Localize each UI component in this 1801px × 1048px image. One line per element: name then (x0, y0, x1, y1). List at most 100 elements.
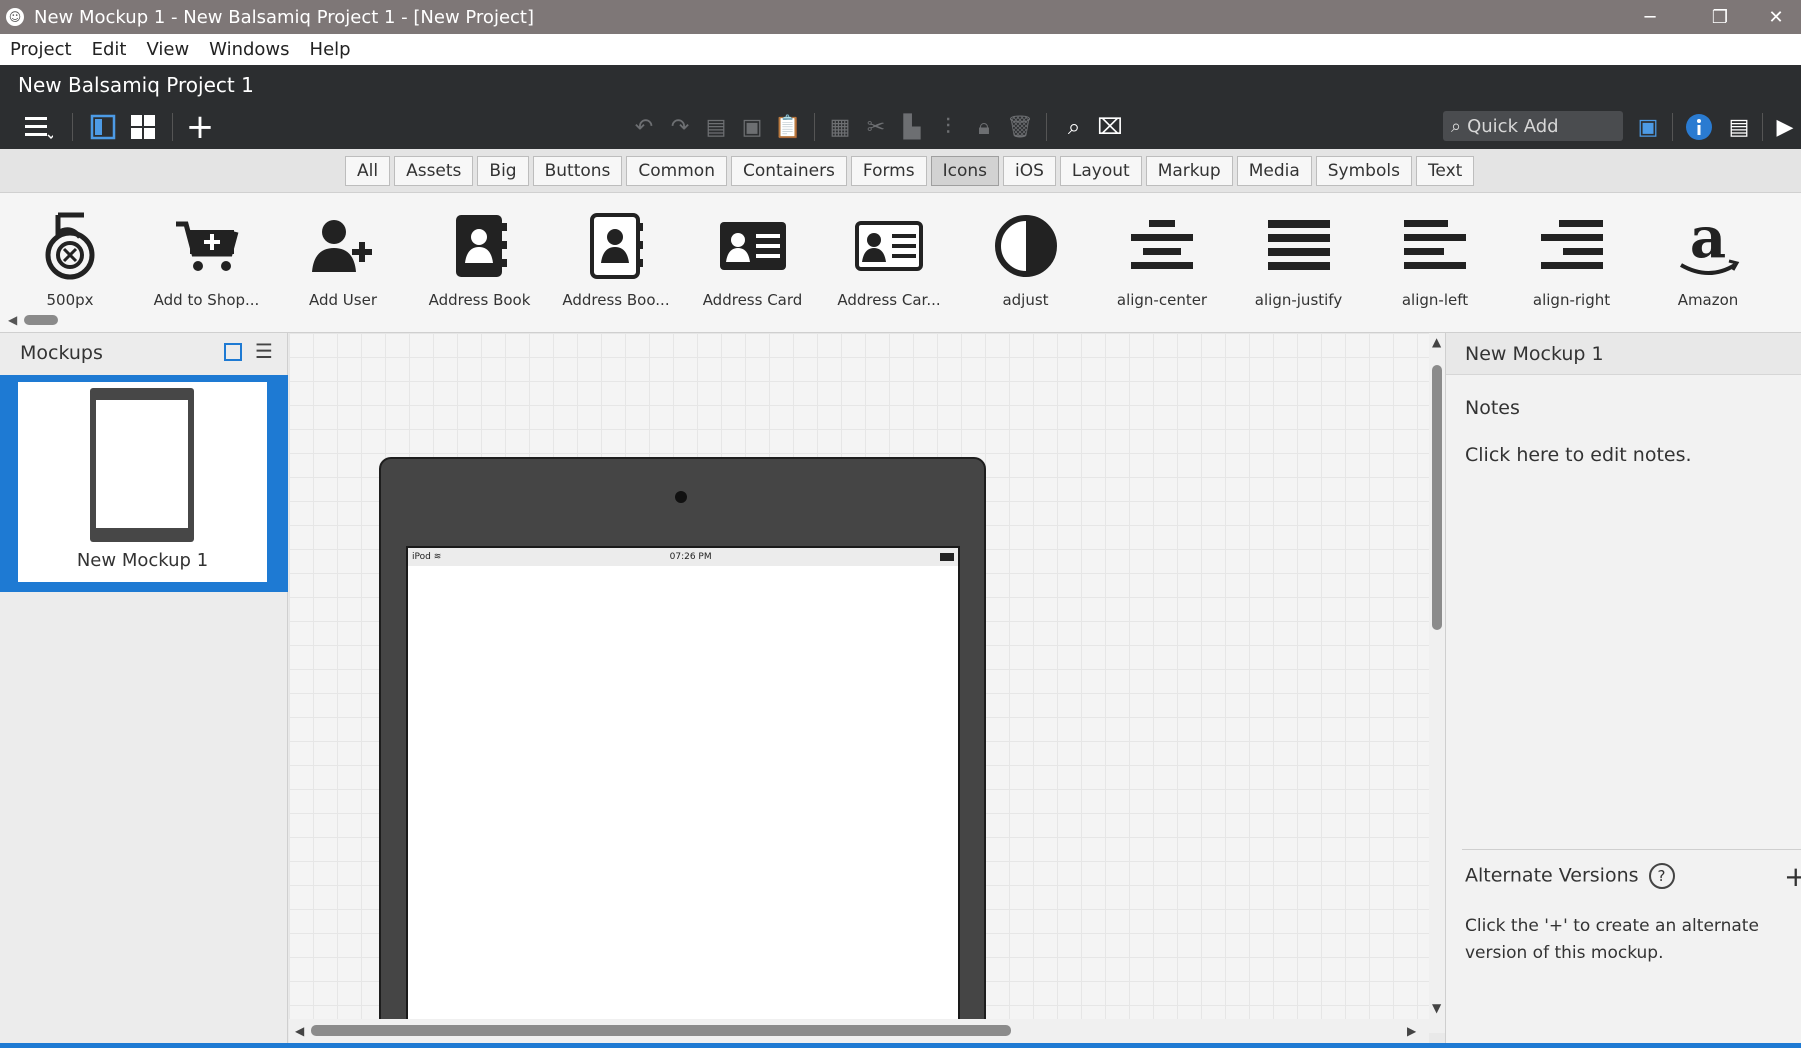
ungroup-icon[interactable]: ✂ (860, 109, 892, 145)
scroll-right-arrow[interactable]: ▶ (1407, 1024, 1416, 1038)
list-view-icon[interactable]: ☰ (255, 339, 273, 363)
delete-icon[interactable]: 🗑︎ (1004, 109, 1036, 145)
thumbnail-view-icon[interactable] (224, 343, 242, 361)
scroll-left-arrow-canvas[interactable]: ◀ (295, 1024, 304, 1038)
menu-project[interactable]: Project (0, 39, 82, 60)
find-icon[interactable]: ⌕ (1058, 109, 1090, 145)
single-view-icon[interactable] (86, 109, 120, 145)
help-icon[interactable]: ? (1648, 863, 1675, 889)
arrange-icon[interactable]: ▙ (896, 109, 928, 145)
ipad-device-frame[interactable]: iPod ≋ 07:26 PM (379, 457, 986, 1033)
scroll-down-arrow[interactable]: ▼ (1432, 1001, 1441, 1015)
vertical-scroll-thumb[interactable] (1432, 365, 1442, 630)
add-mockup-icon[interactable]: + (182, 107, 218, 147)
svg-text:a: a (1690, 211, 1726, 271)
menu-bar: Project Edit View Windows Help (0, 34, 1801, 65)
quick-add-placeholder: Quick Add (1467, 115, 1559, 137)
mockup-thumbnail[interactable]: New Mockup 1 (0, 375, 288, 592)
horizontal-scroll-thumb[interactable] (311, 1025, 1011, 1036)
library-item[interactable]: Address Card (685, 203, 821, 309)
undo-icon[interactable]: ↶ (628, 109, 660, 145)
info-icon[interactable] (1682, 109, 1716, 145)
filter-buttons[interactable]: Buttons (532, 156, 623, 186)
menu-edit[interactable]: Edit (82, 39, 137, 60)
search-icon: ⌕ (1451, 115, 1462, 137)
library-item[interactable]: Add to Shop... (139, 203, 275, 309)
filter-layout[interactable]: Layout (1059, 156, 1142, 186)
alternate-versions-heading: Alternate Versions (1465, 864, 1639, 887)
redo-icon[interactable]: ↷ (664, 109, 696, 145)
library-item[interactable]: align-justify (1231, 203, 1367, 309)
library-item[interactable]: align-left (1367, 203, 1503, 309)
filter-text[interactable]: Text (1415, 156, 1475, 186)
paste-icon[interactable]: 📋 (772, 109, 804, 145)
status-strip (0, 1043, 1801, 1048)
align-right-icon (1504, 203, 1640, 289)
minimize-button[interactable]: ─ (1625, 0, 1675, 34)
filter-symbols[interactable]: Symbols (1315, 156, 1412, 186)
user-icon[interactable]: ▣ (1632, 109, 1664, 145)
amazon-icon: a (1640, 203, 1776, 289)
library-item[interactable]: Address Book (412, 203, 548, 309)
library-item-label: Amazon (1677, 291, 1739, 309)
copy-icon[interactable]: ▣ (736, 109, 768, 145)
menu-help[interactable]: Help (300, 39, 361, 60)
filter-big[interactable]: Big (477, 156, 529, 186)
ui-library-strip: 500px Add to Shop... Add User Address Book A… (0, 193, 1801, 333)
library-item-label: align-left (1401, 291, 1469, 309)
restore-button[interactable]: ❐ (1695, 0, 1745, 34)
app-icon: ☺ (6, 8, 24, 26)
filter-icons[interactable]: Icons (930, 156, 1000, 186)
presentation-icon[interactable]: ▶ (1770, 109, 1800, 145)
library-filter-bar: All Assets Big Buttons Common Containers Forms… (0, 149, 1801, 193)
cut-icon[interactable]: ▤ (700, 109, 732, 145)
library-item-label: Address Book (428, 291, 531, 309)
lock-icon[interactable]: 🔒︎ (968, 109, 1000, 145)
library-item[interactable]: a Amazon (1640, 203, 1776, 309)
address-card-outline-icon (821, 203, 957, 289)
address-book-icon (412, 203, 548, 289)
notes-heading: Notes (1465, 397, 1520, 419)
library-item[interactable]: Address Boo... (548, 203, 684, 309)
filter-common[interactable]: Common (626, 156, 727, 186)
group-icon[interactable]: ▦ (824, 109, 856, 145)
hamburger-menu-icon[interactable] (16, 109, 60, 145)
library-item[interactable]: adjust (958, 203, 1094, 309)
ios-status-bar: iPod ≋ 07:26 PM (408, 548, 958, 566)
library-item[interactable]: align-center (1094, 203, 1230, 309)
filter-forms[interactable]: Forms (850, 156, 927, 186)
scroll-left-arrow[interactable]: ◀ (8, 313, 17, 327)
notes-edit-area[interactable]: Click here to edit notes. (1465, 444, 1692, 466)
scroll-up-arrow[interactable]: ▲ (1432, 335, 1441, 349)
clear-icon[interactable]: ⌧ (1094, 109, 1126, 145)
notes-panel-icon[interactable]: ▤ (1722, 109, 1756, 145)
library-item[interactable]: Add User (275, 203, 411, 309)
camera-dot (675, 491, 687, 503)
filter-assets[interactable]: Assets (394, 156, 474, 186)
alternate-help-line1: Click the '+' to create an alternate (1465, 916, 1759, 936)
canvas-vertical-scrollbar[interactable]: ▲ ▼ (1429, 333, 1445, 1033)
grid-view-icon[interactable] (126, 109, 160, 145)
wifi-icon: ≋ (433, 552, 442, 562)
library-item[interactable]: Address Car... (821, 203, 957, 309)
filter-all[interactable]: All (345, 156, 391, 186)
mockup-canvas[interactable]: iPod ≋ 07:26 PM (289, 333, 1429, 1033)
library-item-label: align-center (1116, 291, 1208, 309)
canvas-horizontal-scrollbar[interactable]: ◀ ▶ (289, 1019, 1429, 1043)
library-item-label: Address Card (702, 291, 803, 309)
library-scrollbar[interactable] (24, 315, 58, 325)
filter-containers[interactable]: Containers (730, 156, 847, 186)
quick-add-input[interactable]: ⌕ Quick Add (1443, 111, 1623, 141)
filter-ios[interactable]: iOS (1003, 156, 1056, 186)
library-item[interactable]: 500px (2, 203, 138, 309)
menu-view[interactable]: View (136, 39, 199, 60)
filter-media[interactable]: Media (1236, 156, 1312, 186)
library-item-label: adjust (1002, 291, 1049, 309)
filter-markup[interactable]: Markup (1145, 156, 1233, 186)
close-button[interactable]: ✕ (1751, 0, 1801, 34)
menu-windows[interactable]: Windows (199, 39, 299, 60)
inspector-title: New Mockup 1 (1446, 333, 1801, 375)
library-item[interactable]: align-right (1504, 203, 1640, 309)
align-icon[interactable]: ⫶ (932, 109, 964, 145)
add-alternate-icon[interactable]: + (1784, 860, 1801, 893)
